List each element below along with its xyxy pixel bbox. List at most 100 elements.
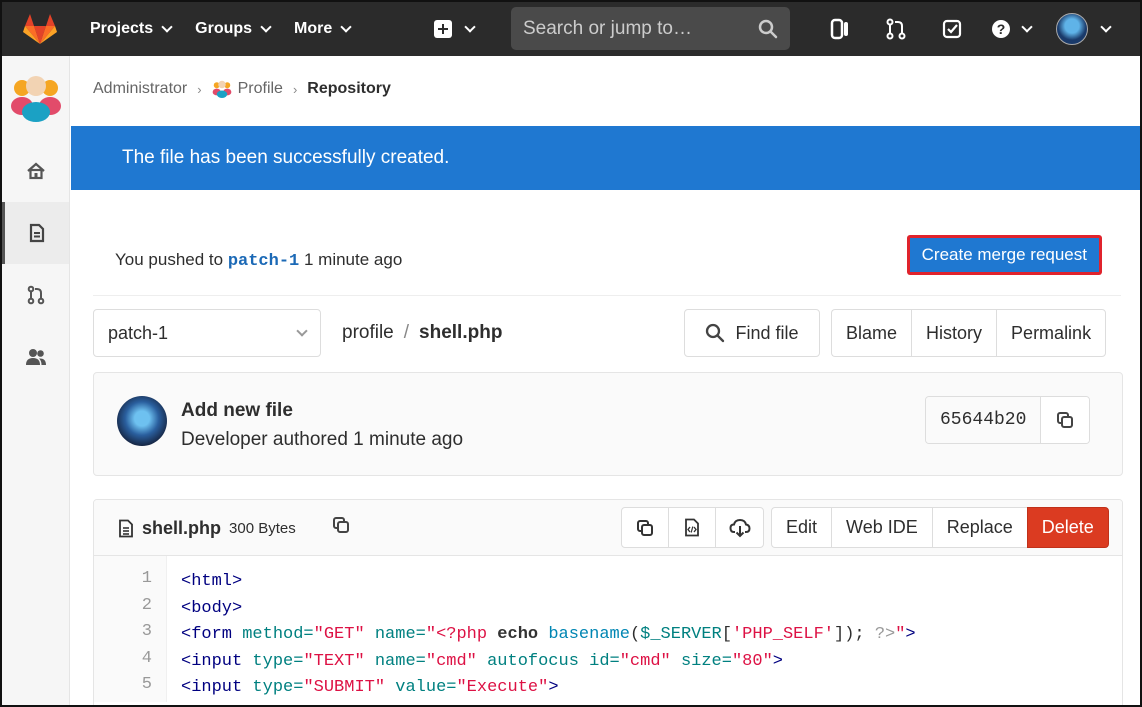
- avatar[interactable]: [117, 396, 167, 446]
- replace-button[interactable]: Replace: [931, 507, 1027, 548]
- line-number[interactable]: 3: [94, 619, 152, 646]
- token: autofocus: [476, 651, 579, 671]
- code-lines: <html> <body> <form method="GET" name="<…: [167, 556, 916, 702]
- gitlab-logo-icon[interactable]: [2, 2, 78, 56]
- sidebar-item-merge-requests[interactable]: [2, 264, 69, 326]
- chevron-down-icon: [464, 20, 476, 33]
- sidebar-item-members[interactable]: [2, 326, 69, 388]
- token: method=: [232, 625, 314, 644]
- project-avatar[interactable]: [2, 56, 69, 140]
- branch-select-value: patch-1: [108, 322, 169, 343]
- token: <input: [181, 678, 243, 697]
- breadcrumb-profile-link[interactable]: Profile: [212, 80, 283, 98]
- code-view: 1 2 3 4 5 <html> <body> <form method="GE…: [94, 556, 1122, 702]
- file-title: shell.php 300 Bytes: [118, 518, 296, 539]
- token: "cmd": [425, 651, 477, 671]
- file-edit-actions: Edit Web IDE Replace Delete: [771, 507, 1109, 548]
- find-file-label: Find file: [735, 322, 799, 343]
- panel-icon[interactable]: [812, 2, 868, 56]
- path-separator: /: [403, 322, 410, 343]
- permalink-button[interactable]: Permalink: [996, 309, 1107, 357]
- copy-source-button[interactable]: [622, 508, 669, 547]
- sidebar-item-repository[interactable]: [2, 202, 69, 264]
- search-icon: [758, 19, 778, 38]
- code-line: <form method="GET" name="<?php echo base…: [181, 622, 916, 649]
- help-dropdown[interactable]: ?: [980, 2, 1042, 56]
- token: basename: [548, 625, 630, 644]
- search-box[interactable]: [511, 7, 790, 50]
- token: >: [905, 625, 916, 644]
- search-input[interactable]: [523, 17, 743, 40]
- download-button[interactable]: [716, 508, 763, 547]
- breadcrumb-profile: Profile: [237, 80, 283, 97]
- copy-file-path-button[interactable]: [332, 516, 350, 539]
- line-numbers: 1 2 3 4 5: [94, 556, 167, 702]
- breadcrumb-current[interactable]: Repository: [307, 80, 391, 98]
- delete-button[interactable]: Delete: [1026, 507, 1109, 548]
- sidebar-item-home[interactable]: [2, 140, 69, 202]
- project-avatar-icon: [212, 80, 231, 98]
- main-content: Administrator › Profile › Repository The…: [71, 56, 1140, 705]
- token: name=: [364, 651, 426, 671]
- home-icon: [26, 162, 45, 180]
- breadcrumb-admin[interactable]: Administrator: [93, 80, 187, 98]
- code-icon: [685, 518, 699, 537]
- nav-projects[interactable]: Projects: [78, 2, 183, 56]
- history-button[interactable]: History: [911, 309, 997, 357]
- nav-projects-label: Projects: [90, 20, 154, 37]
- branch-select[interactable]: patch-1: [93, 309, 321, 357]
- token: "Execute": [456, 678, 549, 697]
- push-time: 1 minute ago: [303, 250, 403, 269]
- sidebar: [2, 56, 70, 705]
- edit-button[interactable]: Edit: [771, 507, 832, 548]
- create-merge-request-button[interactable]: Create merge request: [907, 236, 1101, 274]
- token: name=: [364, 625, 426, 644]
- flash-notice: The file has been successfully created.: [71, 126, 1140, 190]
- line-number[interactable]: 4: [94, 646, 152, 673]
- search-icon: [706, 323, 725, 343]
- commit-sha[interactable]: 65644b20: [926, 397, 1042, 443]
- nav-groups-label: Groups: [195, 20, 253, 37]
- chevron-down-icon: [161, 20, 173, 33]
- blame-button[interactable]: Blame: [831, 309, 912, 357]
- nav-groups[interactable]: Groups: [183, 2, 282, 56]
- chevron-right-icon: ›: [197, 81, 202, 97]
- top-nav: Projects Groups More Search or jump to… …: [2, 2, 1140, 56]
- chevron-down-icon: [1100, 20, 1112, 33]
- avatar: [1056, 13, 1088, 45]
- push-branch-link[interactable]: patch-1: [228, 252, 299, 271]
- token: "80": [731, 651, 773, 671]
- new-item-dropdown[interactable]: [422, 2, 486, 56]
- code-line: <input type="TEXT" name="cmd" autofocus …: [181, 649, 916, 676]
- token: <html>: [181, 572, 243, 591]
- line-number[interactable]: 5: [94, 672, 152, 699]
- token: >: [548, 678, 559, 697]
- chevron-down-icon: [296, 324, 308, 337]
- token: <?php: [436, 625, 488, 644]
- line-number[interactable]: 1: [94, 566, 152, 593]
- commit-title[interactable]: Add new file: [181, 400, 293, 422]
- find-file-button[interactable]: Find file: [684, 309, 820, 357]
- raw-source-button[interactable]: [669, 508, 716, 547]
- path-root-link[interactable]: profile: [342, 322, 394, 343]
- user-menu[interactable]: [1048, 2, 1118, 56]
- token: >: [772, 651, 783, 671]
- copy-sha-button[interactable]: [1041, 397, 1090, 443]
- nav-more[interactable]: More: [282, 2, 362, 56]
- chevron-down-icon: [260, 20, 272, 33]
- token: "SUBMIT": [303, 678, 386, 697]
- token: <input: [181, 651, 243, 671]
- help-icon: ?: [992, 20, 1010, 38]
- nav-icon-group: ?: [812, 2, 1118, 56]
- token: 'PHP_SELF': [731, 625, 834, 644]
- line-number[interactable]: 2: [94, 593, 152, 620]
- code-line: <input type="SUBMIT" value="Execute">: [181, 675, 916, 702]
- token: type=: [242, 678, 304, 697]
- todo-check-icon[interactable]: [924, 2, 980, 56]
- merge-request-icon[interactable]: [868, 2, 924, 56]
- token: (: [629, 625, 641, 644]
- web-ide-button[interactable]: Web IDE: [831, 507, 932, 548]
- file-view-actions: [621, 507, 764, 548]
- token: <form: [181, 625, 233, 644]
- file-nav-button-group: Blame History Permalink: [831, 309, 1107, 357]
